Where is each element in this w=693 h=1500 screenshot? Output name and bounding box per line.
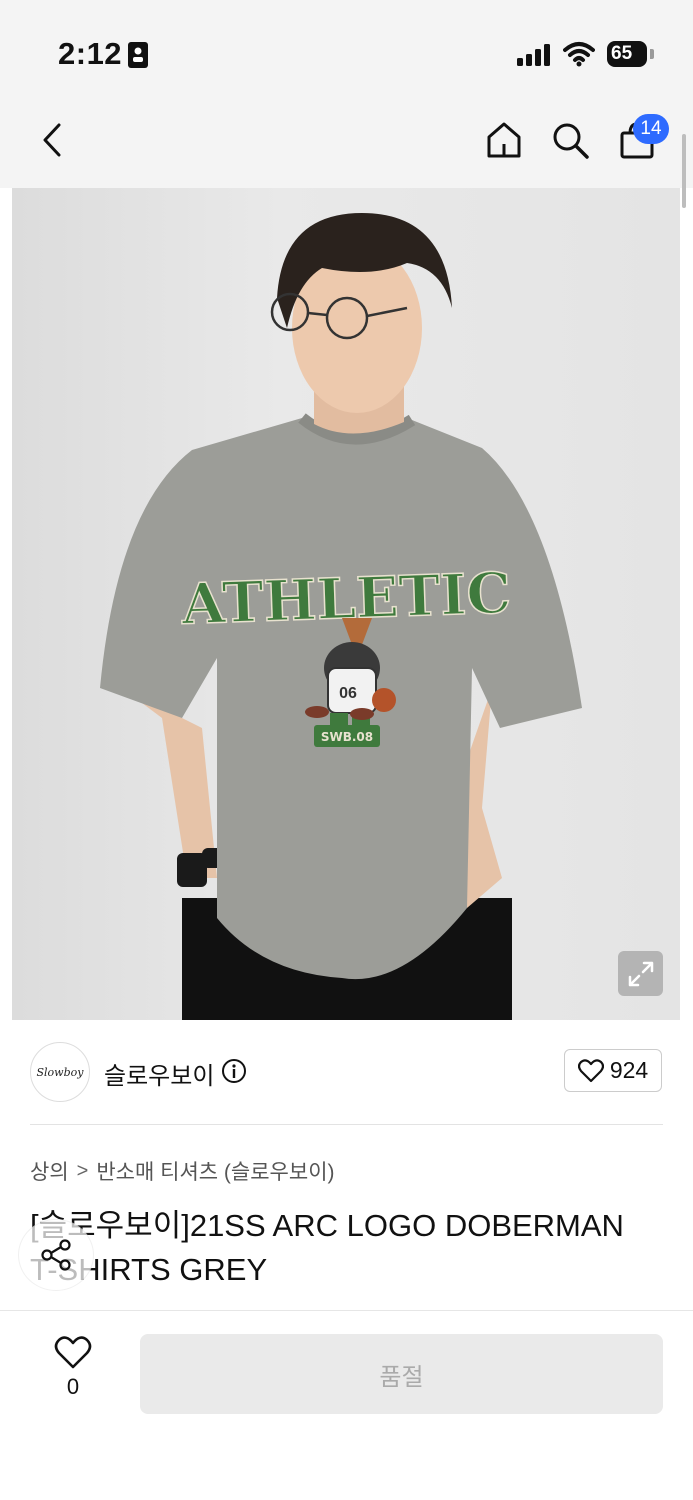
share-button[interactable]	[18, 1219, 94, 1291]
battery-cap	[650, 49, 654, 59]
brand-logo[interactable]: Slowboy	[30, 1042, 90, 1102]
focus-person-icon	[128, 42, 148, 68]
divider	[30, 1124, 663, 1125]
model-wearing-tshirt-illustration: ATHLETIC 06 SWB.08	[100, 213, 582, 1020]
status-time: 2:12	[58, 36, 123, 71]
shirt-badge-text: SWB.08	[321, 730, 373, 744]
battery-indicator: 65	[607, 41, 647, 67]
breadcrumb: 상의 > 반소매 티셔츠 (슬로우보이)	[30, 1156, 335, 1186]
home-button[interactable]	[482, 118, 526, 162]
search-icon	[553, 123, 589, 159]
wifi-icon	[563, 41, 595, 72]
heart-icon	[54, 1336, 92, 1369]
brand-like-button[interactable]: 924	[564, 1049, 662, 1092]
sold-out-button[interactable]: 품절	[140, 1334, 663, 1414]
search-button[interactable]	[548, 118, 592, 162]
expand-icon	[628, 961, 653, 986]
product-title: [슬로우보이]21SS ARC LOGO DOBERMAN T-SHIRTS G…	[30, 1208, 624, 1287]
scroll-indicator	[682, 134, 686, 208]
breadcrumb-level1[interactable]: 상의	[30, 1156, 69, 1186]
brand-name[interactable]: 슬로우보이	[104, 1056, 214, 1091]
expand-image-button[interactable]	[618, 951, 663, 996]
cellular-signal-icon	[517, 44, 553, 71]
breadcrumb-level2[interactable]: 반소매 티셔츠 (슬로우보이)	[96, 1156, 334, 1186]
brand-logo-text: Slowboy	[36, 1065, 84, 1079]
product-image[interactable]: ATHLETIC 06 SWB.08	[12, 188, 680, 1020]
heart-icon	[577, 1058, 604, 1082]
back-button[interactable]	[30, 118, 74, 162]
brand-like-count: 924	[609, 1057, 649, 1083]
wishlist-button[interactable]: 0	[48, 1336, 98, 1404]
wishlist-count: 0	[66, 1374, 80, 1399]
share-icon	[41, 1239, 71, 1271]
info-icon[interactable]	[221, 1058, 247, 1084]
home-icon	[487, 122, 521, 158]
chevron-left-icon	[43, 123, 61, 157]
dog-number-text: 06	[339, 685, 357, 702]
breadcrumb-separator: >	[76, 1159, 89, 1182]
cart-count-badge: 14	[633, 114, 669, 144]
